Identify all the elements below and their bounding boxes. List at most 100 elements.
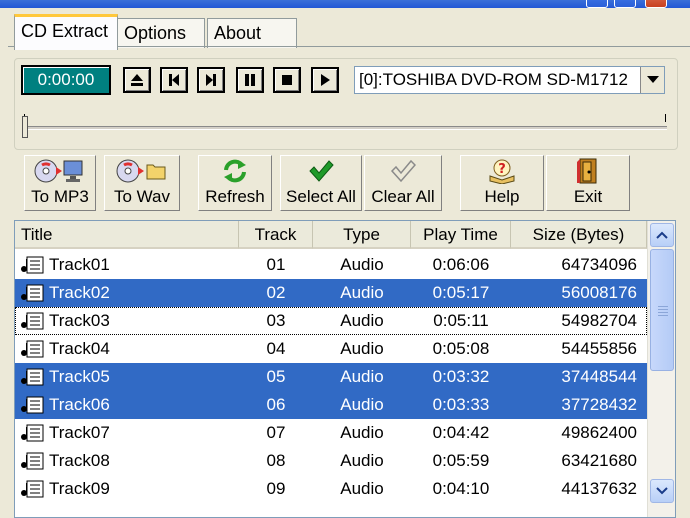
table-row[interactable]: Track09 09 Audio 0:04:10 44137632 (15, 475, 647, 503)
track-type: Audio (340, 367, 384, 386)
audio-track-icon (21, 284, 44, 302)
column-header-play-time[interactable]: Play Time (411, 221, 511, 249)
table-row[interactable]: Track08 08 Audio 0:05:59 63421680 (15, 447, 647, 475)
table-row[interactable]: Track03 03 Audio 0:05:11 54982704 (15, 307, 647, 335)
track-number: 02 (266, 283, 286, 302)
minimize-button[interactable] (586, 0, 608, 8)
clear-all-button[interactable]: Clear All (364, 155, 442, 211)
help-button[interactable]: ? Help (460, 155, 544, 211)
track-type: Audio (340, 479, 384, 498)
drive-select[interactable]: [0]:TOSHIBA DVD-ROM SD-M1712 (354, 66, 665, 94)
chevron-down-icon (646, 76, 659, 83)
play-button[interactable] (311, 67, 339, 93)
track-size: 44137632 (561, 479, 637, 498)
tab-about[interactable]: About (207, 18, 297, 48)
track-title: Track02 (49, 283, 110, 302)
to-wav-button[interactable]: To Wav (104, 155, 180, 211)
track-list[interactable]: Title Track Type Play Time Size (Bytes) … (14, 220, 676, 518)
track-title: Track09 (49, 479, 110, 498)
maximize-button[interactable] (614, 0, 636, 8)
column-header-size[interactable]: Size (Bytes) (511, 221, 647, 249)
pause-button[interactable] (236, 67, 264, 93)
list-header: Title Track Type Play Time Size (Bytes) (15, 221, 647, 249)
track-title: Track08 (49, 451, 110, 470)
audio-track-icon (21, 340, 44, 358)
next-button[interactable] (197, 67, 225, 93)
drive-select-value: [0]:TOSHIBA DVD-ROM SD-M1712 (359, 70, 628, 89)
table-row[interactable]: Track07 07 Audio 0:04:42 49862400 (15, 419, 647, 447)
title-bar (0, 0, 690, 8)
tab-options[interactable]: Options (117, 18, 205, 48)
checkmark-outline-icon (390, 159, 416, 183)
track-title: Track03 (49, 311, 110, 330)
table-row[interactable]: Track01 01 Audio 0:06:06 64734096 (15, 251, 647, 279)
audio-track-icon (21, 480, 44, 498)
previous-button[interactable] (160, 67, 188, 93)
track-title: Track07 (49, 423, 110, 442)
track-title-cell: Track01 (15, 251, 239, 279)
track-title-cell: Track04 (15, 335, 239, 363)
track-play-time: 0:03:32 (432, 367, 490, 386)
vertical-scrollbar[interactable] (647, 221, 675, 517)
eject-icon (131, 74, 143, 86)
previous-icon (169, 74, 179, 86)
track-number: 06 (266, 395, 286, 414)
scroll-up-button[interactable] (650, 223, 674, 247)
select-all-button[interactable]: Select All (280, 155, 362, 211)
eject-button[interactable] (123, 67, 151, 93)
position-slider[interactable] (24, 126, 667, 130)
track-number: 09 (266, 479, 286, 498)
to-mp3-button[interactable]: To MP3 (24, 155, 96, 211)
track-play-time: 0:03:33 (432, 395, 490, 414)
tab-strip: CD Extract Options About (0, 8, 690, 50)
scroll-thumb[interactable] (650, 249, 674, 371)
svg-text:?: ? (498, 162, 506, 177)
column-header-title[interactable]: Title (15, 221, 239, 249)
track-title-cell: Track09 (15, 475, 239, 503)
scroll-down-button[interactable] (650, 479, 674, 503)
track-title-cell: Track06 (15, 391, 239, 419)
table-row[interactable]: Track05 05 Audio 0:03:32 37448544 (15, 363, 647, 391)
help-label: Help (484, 187, 520, 206)
refresh-icon (224, 159, 246, 183)
pause-icon (245, 74, 255, 86)
audio-track-icon (21, 368, 44, 386)
refresh-label: Refresh (205, 187, 265, 206)
track-title: Track04 (49, 339, 110, 358)
select-all-label: Select All (286, 187, 356, 206)
tab-cd-extract[interactable]: CD Extract (14, 14, 118, 50)
track-play-time: 0:05:17 (432, 283, 490, 302)
track-size: 49862400 (561, 423, 637, 442)
exit-button[interactable]: Exit (546, 155, 630, 211)
close-button[interactable] (645, 0, 667, 8)
track-play-time: 0:04:42 (432, 423, 490, 442)
chevron-up-icon (656, 231, 668, 239)
slider-tick-end (665, 114, 666, 122)
track-size: 56008176 (561, 283, 637, 302)
next-icon (206, 74, 216, 86)
track-number: 04 (266, 339, 286, 358)
column-header-track[interactable]: Track (239, 221, 313, 249)
audio-track-icon (21, 256, 44, 274)
position-slider-thumb[interactable] (22, 116, 28, 138)
track-type: Audio (340, 339, 384, 358)
refresh-button[interactable]: Refresh (198, 155, 272, 211)
track-play-time: 0:04:10 (432, 479, 490, 498)
track-type: Audio (340, 423, 384, 442)
track-type: Audio (340, 451, 384, 470)
track-number: 01 (266, 255, 286, 274)
track-type: Audio (340, 395, 384, 414)
tab-label: About (214, 23, 262, 43)
table-row[interactable]: Track06 06 Audio 0:03:33 37728432 (15, 391, 647, 419)
stop-button[interactable] (273, 67, 301, 93)
chevron-down-icon (656, 487, 668, 495)
audio-track-icon (21, 396, 44, 414)
track-play-time: 0:05:59 (432, 451, 490, 470)
drive-dropdown-button[interactable] (640, 67, 664, 93)
track-size: 64734096 (561, 255, 637, 274)
table-row[interactable]: Track04 04 Audio 0:05:08 54455856 (15, 335, 647, 363)
table-row[interactable]: Track02 02 Audio 0:05:17 56008176 (15, 279, 647, 307)
track-title-cell: Track05 (15, 363, 239, 391)
track-title-cell: Track02 (15, 279, 239, 307)
column-header-type[interactable]: Type (313, 221, 411, 249)
